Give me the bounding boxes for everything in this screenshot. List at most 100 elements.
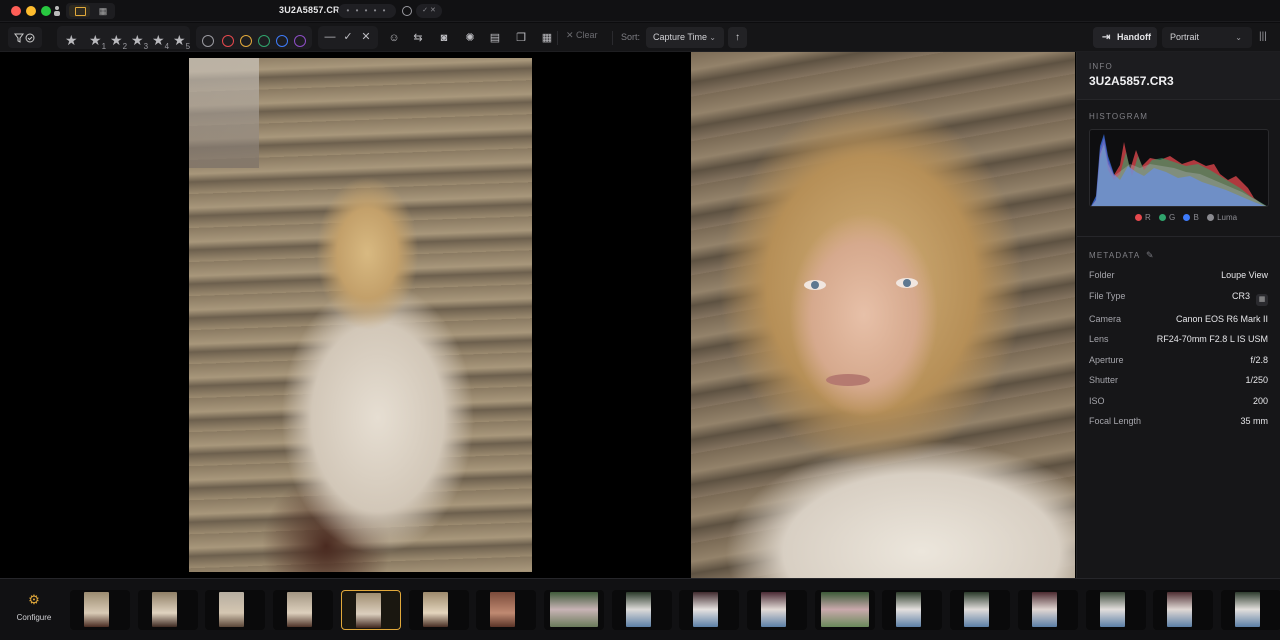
filmstrip-thumbnail[interactable] — [611, 590, 672, 630]
filmstrip-thumbnail[interactable] — [1220, 590, 1280, 630]
filmstrip-thumbnail[interactable] — [476, 590, 537, 630]
histogram — [1089, 129, 1269, 207]
filmstrip-thumbnail[interactable] — [273, 590, 334, 630]
star-rating-1[interactable]: ★1 — [89, 30, 106, 51]
filmstrip-thumbnail[interactable] — [1153, 590, 1214, 630]
filmstrip-thumbnail[interactable] — [679, 590, 740, 630]
info-panel: INFO 3U2A5857.CR3 HISTOGRAM R G B Luma M… — [1076, 52, 1280, 578]
filmstrip-thumbnail[interactable] — [747, 590, 807, 630]
thumbnail-image — [1031, 592, 1057, 627]
photo-detail — [896, 278, 918, 288]
histogram-legend: R G B Luma — [1129, 213, 1237, 222]
thumbnail-image — [693, 592, 719, 627]
blue-dot-icon — [1183, 214, 1191, 221]
star-rating-5[interactable]: ★5 — [173, 30, 190, 51]
metadata-row: ISO 200 — [1089, 396, 1268, 406]
status-circle-icon[interactable] — [402, 6, 412, 16]
color-label-blue[interactable] — [276, 35, 288, 47]
metadata-row: Lens RF24-70mm F2.8 L IS USM — [1089, 334, 1268, 344]
star-icon: ★ — [89, 32, 102, 48]
star-rating-0[interactable]: ★ — [65, 30, 78, 50]
handoff-button[interactable]: ⇥ Handoff — [1093, 27, 1157, 48]
green-dot-icon — [1159, 214, 1167, 221]
thumbnail-image — [964, 592, 990, 627]
preset-select[interactable]: Portrait ⌄ — [1162, 27, 1252, 48]
filter-button[interactable] — [8, 27, 42, 48]
star-icon: ★ — [173, 32, 186, 48]
thumbnail-image — [355, 593, 381, 628]
copy-icon[interactable]: ❐ — [514, 31, 528, 45]
sort-direction-button[interactable]: ↑ — [728, 27, 747, 48]
file-name: 3U2A5857.CR3 — [1089, 74, 1174, 88]
thumbnail-image — [1234, 592, 1260, 627]
zoom-window-button[interactable] — [41, 6, 51, 16]
thumbnail-image — [625, 592, 651, 627]
aperture-icon[interactable]: ✺ — [463, 31, 477, 45]
view-mode-toggle: ▦ — [66, 3, 115, 19]
filmstrip-thumbnail[interactable] — [814, 590, 875, 630]
filmstrip-thumbnail[interactable] — [950, 590, 1011, 630]
filmstrip-thumbnail[interactable] — [1017, 590, 1078, 630]
accept-reject-pill[interactable]: ✓ ✕ — [416, 4, 442, 18]
face-filter-icon[interactable]: ☺ — [387, 31, 401, 45]
star-rating-4[interactable]: ★4 — [152, 30, 169, 51]
thumbnail-image — [151, 592, 177, 627]
red-dot-icon — [1135, 214, 1142, 221]
info-header: INFO 3U2A5857.CR3 — [1077, 52, 1280, 100]
sort-select[interactable]: Capture Time ⌄ — [646, 27, 724, 48]
thumbnail-image — [84, 592, 109, 627]
edit-pencil-icon[interactable]: ✎ — [1146, 250, 1154, 261]
thumbnail-image — [490, 592, 516, 627]
clear-filters-button[interactable]: ✕ Clear — [566, 30, 598, 41]
star-rating-2[interactable]: ★2 — [110, 30, 127, 51]
person-icon[interactable] — [53, 5, 61, 17]
window-title: 3U2A5857.CR3 — [279, 5, 345, 15]
close-window-button[interactable] — [11, 6, 21, 16]
filmstrip-thumbnail[interactable] — [137, 590, 198, 630]
color-label-red[interactable] — [222, 35, 234, 47]
color-label-purple[interactable] — [294, 35, 306, 47]
filmstrip-thumbnail[interactable] — [70, 590, 130, 630]
export-icon: ⇥ — [1102, 32, 1111, 43]
info-label: INFO — [1089, 62, 1113, 71]
star-icon: ★ — [110, 32, 123, 48]
camera-icon[interactable]: ◙ — [437, 31, 451, 45]
thumbnail-image — [422, 592, 448, 627]
thumbnail-image — [761, 592, 786, 627]
photo-zoomed[interactable] — [691, 52, 1075, 578]
filmstrip-thumbnail[interactable] — [882, 590, 943, 630]
reject-button[interactable]: ✕ — [359, 30, 373, 44]
no-color-label-button[interactable] — [202, 35, 214, 47]
photo-full[interactable] — [189, 58, 532, 572]
filmstrip-thumbnail[interactable] — [205, 590, 266, 630]
compare-viewer — [0, 52, 1076, 578]
filmstrip-thumbnail[interactable] — [408, 590, 469, 630]
metadata-row: Focal Length 35 mm — [1089, 416, 1268, 426]
file-icon[interactable]: ▤ — [488, 31, 502, 45]
calendar-icon[interactable]: ▦ — [540, 31, 554, 45]
star-icon: ★ — [65, 32, 78, 48]
star-rating-3[interactable]: ★3 — [131, 30, 148, 51]
thumbnail-image — [1099, 592, 1125, 627]
grid-view-button[interactable]: ▦ — [94, 5, 112, 17]
rating-group: ★ ★1 ★2 ★3 ★4 ★5 — [57, 26, 190, 51]
pick-button[interactable]: ✓ — [341, 30, 355, 44]
minimize-window-button[interactable] — [26, 6, 36, 16]
filmstrip-thumbnail[interactable] — [1085, 590, 1146, 630]
color-label-group — [196, 26, 312, 49]
color-label-green[interactable] — [258, 35, 270, 47]
star-icon: ★ — [152, 32, 165, 48]
thumbnail-image — [219, 592, 245, 627]
loupe-view-button[interactable] — [69, 5, 90, 17]
configure-button[interactable]: ⚙ Configure — [10, 593, 58, 633]
panel-divider — [1077, 236, 1280, 237]
compare-icon[interactable]: ⇆ — [411, 31, 425, 45]
flag-group: — ✓ ✕ — [318, 26, 378, 49]
histogram-graph — [1091, 134, 1267, 206]
unflag-button[interactable]: — — [323, 30, 337, 44]
filmstrip-thumbnail[interactable] — [543, 590, 604, 630]
progress-dots[interactable]: • • • • • — [338, 4, 396, 18]
color-label-yellow[interactable] — [240, 35, 252, 47]
filmstrip-thumbnail[interactable] — [340, 590, 401, 630]
panel-toggle-icon[interactable]: ||| — [1259, 31, 1267, 42]
